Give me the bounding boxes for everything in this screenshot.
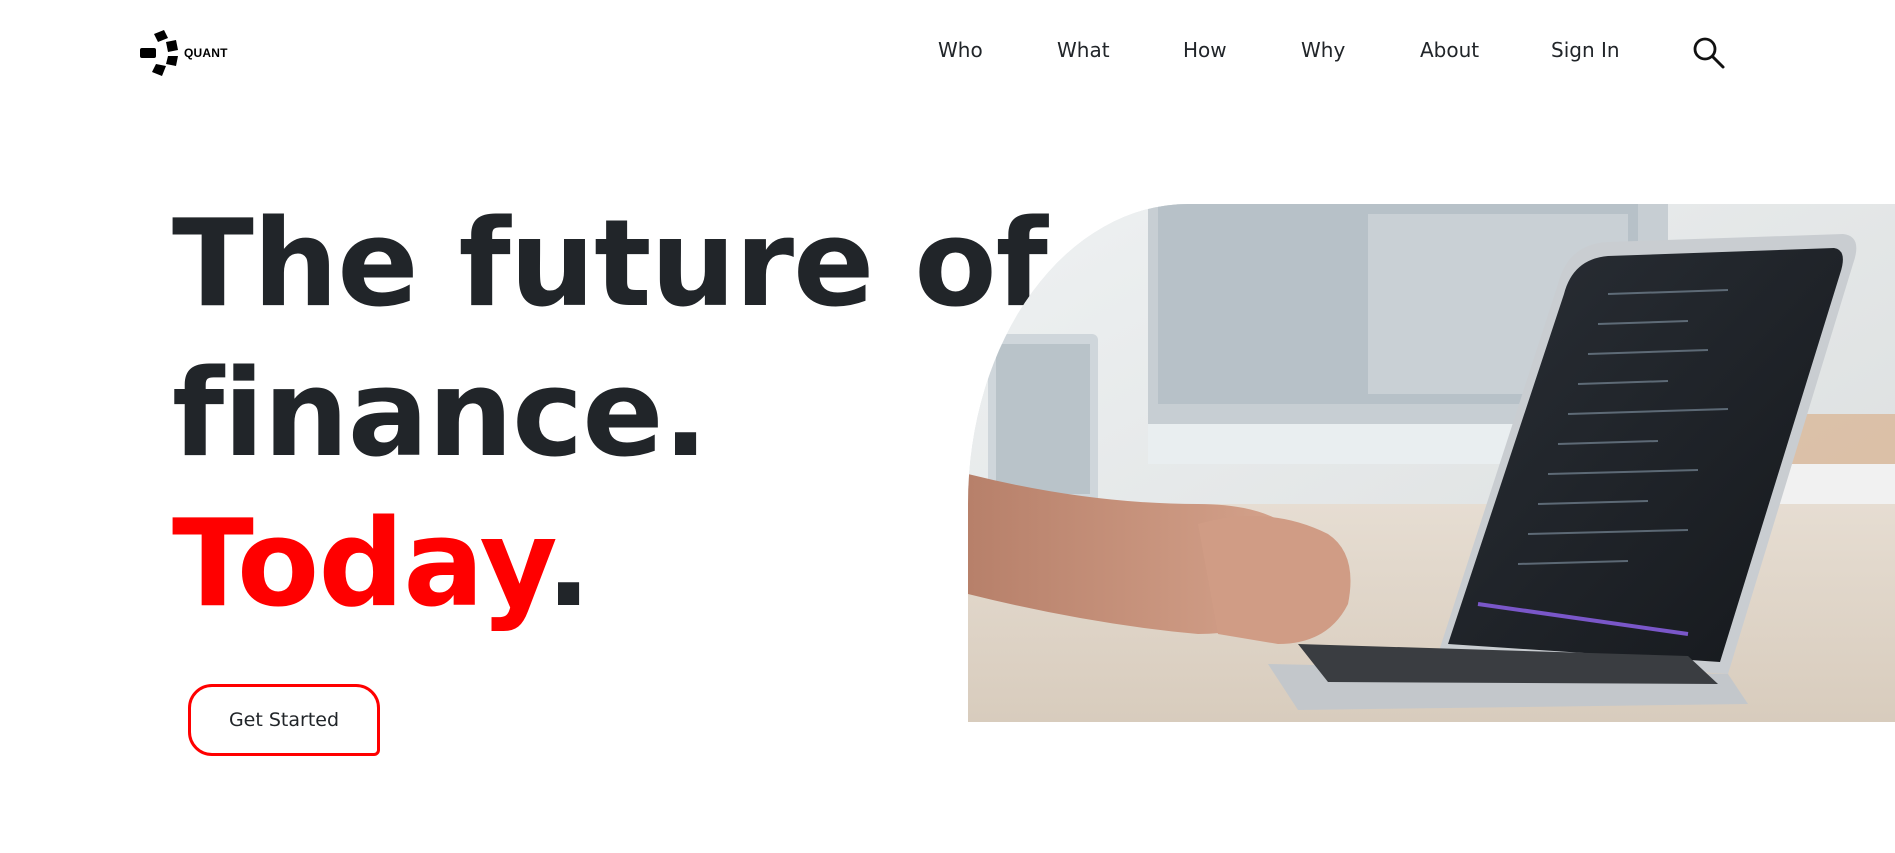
hero-period: . (545, 495, 592, 634)
hero-heading: The future of finance. Today. (172, 190, 1048, 640)
nav-link-how[interactable]: How (1183, 38, 1227, 62)
search-button[interactable] (1692, 36, 1726, 70)
nav-link-what[interactable]: What (1057, 38, 1110, 62)
hero-line-2: finance. (172, 345, 708, 484)
hero-image (968, 204, 1895, 722)
hero-line-1: The future of (172, 195, 1048, 334)
search-icon (1693, 37, 1725, 69)
landing-page: QUANT Who What How Why About Sign In The… (0, 0, 1895, 853)
main-nav: Who What How Why About Sign In (0, 38, 1895, 66)
get-started-button[interactable]: Get Started (188, 684, 380, 756)
laptop-coding-photo (968, 204, 1895, 722)
nav-link-why[interactable]: Why (1301, 38, 1345, 62)
nav-link-sign-in[interactable]: Sign In (1551, 38, 1620, 62)
hero-line-3: Today. (172, 490, 1047, 640)
nav-link-who[interactable]: Who (938, 38, 983, 62)
nav-link-about[interactable]: About (1420, 38, 1479, 62)
hero-accent-word: Today (172, 495, 547, 634)
